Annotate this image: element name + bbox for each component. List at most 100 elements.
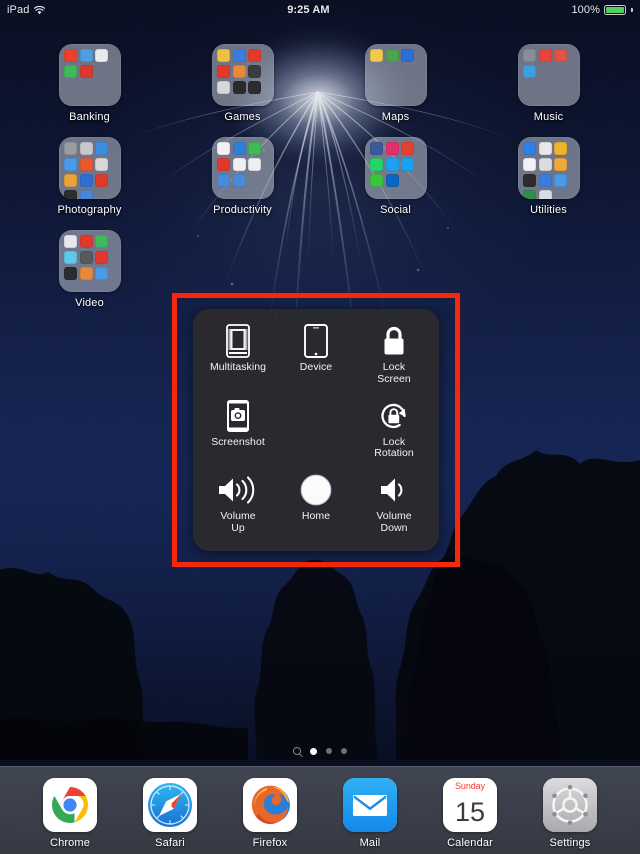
assistive-touch-multitasking-button[interactable]: Multitasking [199,319,277,394]
mail-icon[interactable] [343,778,397,832]
folder-label: Social [380,204,411,216]
folder-mini-icon [216,80,230,94]
safari-icon[interactable] [143,778,197,832]
calendar-weekday-label: Sunday [443,778,497,793]
dock-item-safari[interactable]: Safari [120,778,220,849]
folder-utilities[interactable]: Utilities [472,123,625,216]
folder-label: Music [533,111,564,123]
assistive-touch-multitasking-label: Multitasking [209,361,267,373]
dock-item-chrome[interactable]: Chrome [20,778,120,849]
search-icon[interactable] [293,747,301,755]
assistive-touch-volume-down-button[interactable]: Volume Down [355,468,433,543]
folder-tile[interactable] [211,44,274,106]
folder-label: Maps [381,111,410,123]
lock-icon [379,323,409,359]
folder-mini-icon [63,65,77,79]
folder-tile[interactable] [58,230,121,292]
calendar-icon[interactable]: Sunday 15 [443,778,497,832]
folder-mini-icon [79,142,93,156]
assistive-touch-home-button[interactable]: Home [277,468,355,543]
assistive-touch-device-button[interactable]: Device [277,319,355,394]
page-dot-1[interactable] [310,747,317,755]
dock-item-label: Mail [359,837,381,849]
folder-mini-icon [369,49,383,63]
folder-productivity[interactable]: Productivity [166,123,319,216]
folder-mini-icon [79,49,93,63]
folder-mini-icon [79,251,93,265]
folder-mini-icon [385,142,399,156]
assistive-touch-screenshot-label: Screenshot [211,435,265,448]
folder-mini-icon [63,251,77,265]
folder-mini-icon [554,173,568,187]
folder-mini-icon [385,173,399,187]
folder-mini-icon [63,266,77,280]
folder-mini-icon [216,173,230,187]
home-circle-icon [299,472,333,508]
folder-tile[interactable] [58,137,121,199]
volume-up-icon [216,472,260,508]
folder-mini-icon [79,189,93,199]
assistive-touch-screenshot-button[interactable]: Screenshot [199,394,277,469]
folder-mini-icon [63,158,77,172]
battery-percent-label: 100% [571,4,600,16]
assistive-touch-volume-up-label: Volume Up [220,510,256,534]
folder-social[interactable]: Social [319,123,472,216]
folder-mini-icon [232,173,246,187]
folder-tile[interactable] [211,137,274,199]
folder-tile[interactable] [364,137,427,199]
folder-mini-icon [95,49,109,63]
status-bar: iPad 9:25 AM 100% [0,0,640,20]
settings-gear-icon[interactable] [543,778,597,832]
folder-mini-icon [369,173,383,187]
dock-item-calendar[interactable]: Sunday 15 Calendar [420,778,520,849]
status-bar-right: 100% [571,4,640,16]
assistive-touch-lock-screen-label: Lock Screen [377,361,411,385]
folder-tile[interactable] [517,137,580,199]
folder-label: Photography [57,204,122,216]
folder-mini-icon [216,65,230,79]
folder-mini-icon [95,235,109,249]
folder-label: Banking [69,111,110,123]
chrome-icon[interactable] [43,778,97,832]
folder-video[interactable]: Video [13,216,166,309]
assistive-touch-menu[interactable]: Multitasking Device Lock Screen Screensh… [193,309,439,551]
folder-mini-icon [522,158,536,172]
home-screen-app-grid: Banking Games Maps Music Photography Producti… [0,30,640,309]
folder-mini-icon [369,158,383,172]
page-dot-2[interactable] [326,748,332,754]
battery-icon [604,5,626,15]
folder-mini-icon [401,158,415,172]
firefox-icon[interactable] [243,778,297,832]
page-indicator[interactable] [0,744,640,758]
battery-fill [606,7,624,13]
folder-banking[interactable]: Banking [13,30,166,123]
folder-mini-icon [63,142,77,156]
wifi-icon [34,5,46,14]
page-dot-3[interactable] [341,748,347,754]
folder-mini-icon [63,173,77,187]
folder-mini-icon [63,49,77,63]
assistive-touch-lock-rotation-button[interactable]: Lock Rotation [355,394,433,469]
folder-mini-icon [248,142,262,156]
dock-item-firefox[interactable]: Firefox [220,778,320,849]
folder-mini-icon [522,142,536,156]
assistive-touch-empty-slot [277,394,355,469]
folder-tile[interactable] [58,44,121,106]
folder-music[interactable]: Music [472,30,625,123]
folder-tile[interactable] [517,44,580,106]
assistive-touch-lock-screen-button[interactable]: Lock Screen [355,319,433,394]
assistive-touch-volume-up-button[interactable]: Volume Up [199,468,277,543]
dock-item-settings[interactable]: Settings [520,778,620,849]
folder-maps[interactable]: Maps [319,30,472,123]
folder-mini-icon [248,65,262,79]
folder-mini-icon [385,49,399,63]
folder-mini-icon [95,142,109,156]
folder-mini-icon [63,235,77,249]
dock-item-mail[interactable]: Mail [320,778,420,849]
folder-label: Productivity [213,204,272,216]
folder-tile[interactable] [364,44,427,106]
battery-cap [631,8,633,12]
folder-mini-icon [95,173,109,187]
folder-games[interactable]: Games [166,30,319,123]
folder-photography[interactable]: Photography [13,123,166,216]
